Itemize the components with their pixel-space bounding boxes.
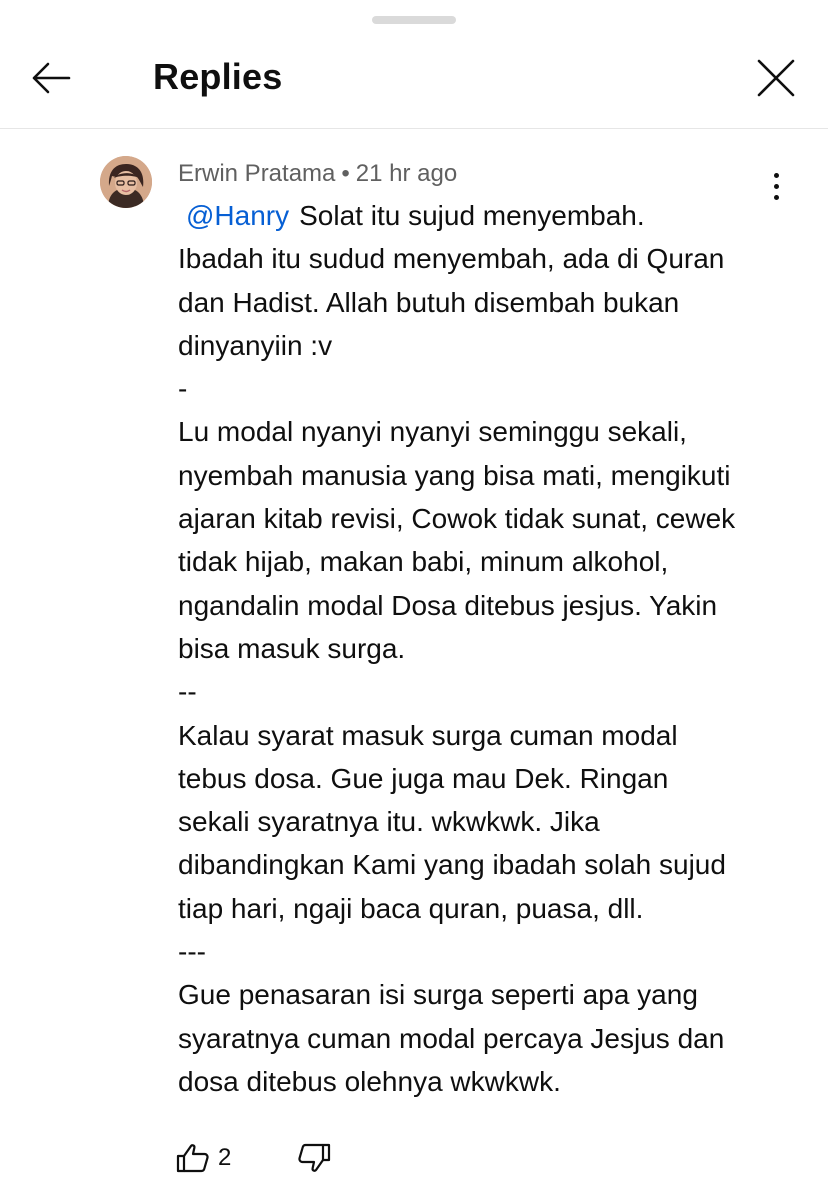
mention-link[interactable]: @Hanry [186, 200, 289, 231]
thumbs-down-icon [298, 1143, 331, 1172]
more-vertical-icon-dot [773, 172, 779, 178]
comment-line-text: Solat itu sujud menyembah. [299, 200, 645, 231]
meta-separator: • [341, 160, 350, 187]
comment-line: @Hanry Solat itu sujud menyembah. [178, 194, 788, 237]
close-button[interactable] [748, 50, 804, 106]
comment-line: Gue penasaran isi surga seperti apa yang [178, 979, 698, 1011]
comment-line: tidak hijab, makan babi, minum alkohol, [178, 546, 669, 578]
comment-line: Kalau syarat masuk surga cuman modal [178, 719, 678, 751]
top-strip [0, 0, 828, 8]
close-icon [757, 59, 795, 97]
comment-time: 21 hr ago [355, 160, 458, 187]
comment-meta: Erwin Pratama • 21 hr ago [178, 160, 457, 188]
drag-handle[interactable] [372, 16, 456, 24]
comment-line: Lu modal nyanyi nyanyi seminggu sekali, [178, 416, 687, 448]
comment-line: - [178, 373, 188, 405]
header: Replies [0, 30, 828, 129]
comment-line: dan Hadist. Allah butuh disembah bukan [178, 286, 680, 318]
comment-line: sekali syaratnya itu. wkwkwk. Jika [178, 806, 600, 838]
like-count: 2 [218, 1144, 232, 1171]
back-button[interactable] [22, 52, 80, 104]
comment-line: syaratnya cuman modal percaya Jesjus dan [178, 1022, 725, 1054]
comment-line: nyembah manusia yang bisa mati, mengikut… [178, 459, 731, 491]
avatar[interactable] [100, 156, 152, 208]
like-button[interactable]: 2 [176, 1143, 231, 1173]
comment-line: Ibadah itu sudud menyembah, ada di Quran [178, 243, 725, 275]
comment-line: bisa masuk surga. [178, 632, 406, 664]
comment-line: tiap hari, ngaji baca quran, puasa, dll. [178, 892, 644, 924]
dislike-button[interactable] [297, 1143, 331, 1173]
arrow-left-icon [32, 62, 71, 94]
comment-line: dinyanyiin :v [178, 329, 333, 361]
comment-line: ngandalin modal Dosa ditebus jesjus. Yak… [178, 589, 718, 621]
comment-text: @Hanry Solat itu sujud menyembah. Ibadah … [178, 194, 788, 1103]
comment-line: dibandingkan Kami yang ibadah solah suju… [178, 849, 726, 881]
comment-line: tebus dosa. Gue juga mau Dek. Ringan [178, 762, 669, 794]
comment-line: --- [178, 936, 206, 968]
thumbs-up-icon [176, 1144, 209, 1173]
comment-line: ajaran kitab revisi, Cowok tidak sunat, … [178, 503, 736, 535]
author-name[interactable]: Erwin Pratama [178, 160, 335, 187]
avatar-image [100, 156, 152, 208]
replies-sheet: Replies Erwin Pratama • 21 hr ago @Hanry… [0, 0, 828, 1200]
comment-actions: 2 [176, 1138, 331, 1178]
more-vertical-icon-dot [773, 183, 779, 189]
page-title: Replies [153, 56, 283, 97]
comment-line: dosa ditebus olehnya wkwkwk. [178, 1065, 561, 1097]
comment-line: -- [178, 676, 197, 708]
